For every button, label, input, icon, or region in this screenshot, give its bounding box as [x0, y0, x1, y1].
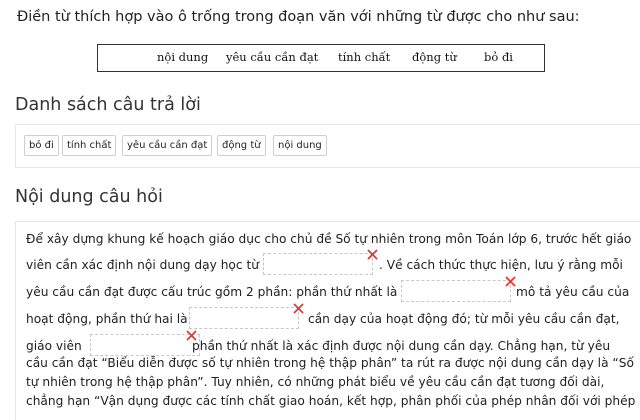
question-line: Để xây dựng khung kế hoạch giáo dục cho …: [26, 232, 632, 246]
x-mark-icon: [293, 303, 304, 314]
instruction-text: Điền từ thích hợp vào ô trống trong đoạn…: [17, 9, 580, 25]
question-line: phần thứ nhất là xác định được nội dung …: [192, 339, 611, 353]
answer-blank-2[interactable]: [401, 280, 511, 302]
question-panel: Để xây dựng khung kế hoạch giáo dục cho …: [15, 221, 640, 420]
answer-chip[interactable]: bỏ đi: [24, 135, 59, 156]
question-line: giáo viên: [26, 339, 82, 353]
answer-blank-4[interactable]: [90, 334, 200, 356]
question-line: tự nhiên trong hệ thập phân”. Tuy nhiên,…: [26, 375, 605, 389]
answer-blank-3[interactable]: [189, 307, 299, 329]
question-line: mô tả yêu cầu của: [516, 285, 630, 299]
question-line: chẳng hạn “Vận dụng được các tính chất g…: [26, 394, 636, 408]
x-mark-icon: [367, 249, 378, 260]
answers-heading: Danh sách câu trả lời: [15, 95, 201, 115]
question-heading: Nội dung câu hỏi: [15, 187, 163, 207]
question-line: yêu cầu cần đạt được cấu trúc gồm 2 phần…: [26, 285, 398, 299]
word-bank-item: động từ: [412, 50, 457, 64]
x-mark-icon: [505, 276, 516, 287]
answer-chip[interactable]: yêu cầu cần đạt: [122, 135, 213, 156]
word-bank-item: tính chất: [338, 50, 391, 64]
word-bank-item: nội dung: [157, 50, 209, 64]
answer-chip[interactable]: nội dung: [273, 135, 327, 156]
answer-blank-1[interactable]: [263, 253, 373, 275]
question-line: hoạt động, phần thứ hai là: [26, 312, 188, 326]
word-bank-item: bỏ đi: [484, 50, 513, 64]
answer-chip[interactable]: tính chất: [62, 135, 117, 156]
answer-list-panel: bỏ đi tính chất yêu cầu cần đạt động từ …: [15, 124, 640, 168]
answer-chip[interactable]: động từ: [217, 135, 266, 156]
question-line: . Về cách thức thực hiện, lưu ý rằng mỗi: [379, 258, 623, 272]
word-bank-item: yêu cầu cần đạt: [226, 50, 319, 64]
word-bank-box: nội dung yêu cầu cần đạt tính chất động …: [97, 44, 545, 72]
question-line: viên cần xác định nội dung dạy học từ: [26, 258, 259, 272]
question-line: cầu cần đạt “Biểu diễn được số tự nhiên …: [26, 356, 634, 370]
question-line: cần dạy của hoạt động đó; từ mỗi yêu cầu…: [308, 312, 620, 326]
